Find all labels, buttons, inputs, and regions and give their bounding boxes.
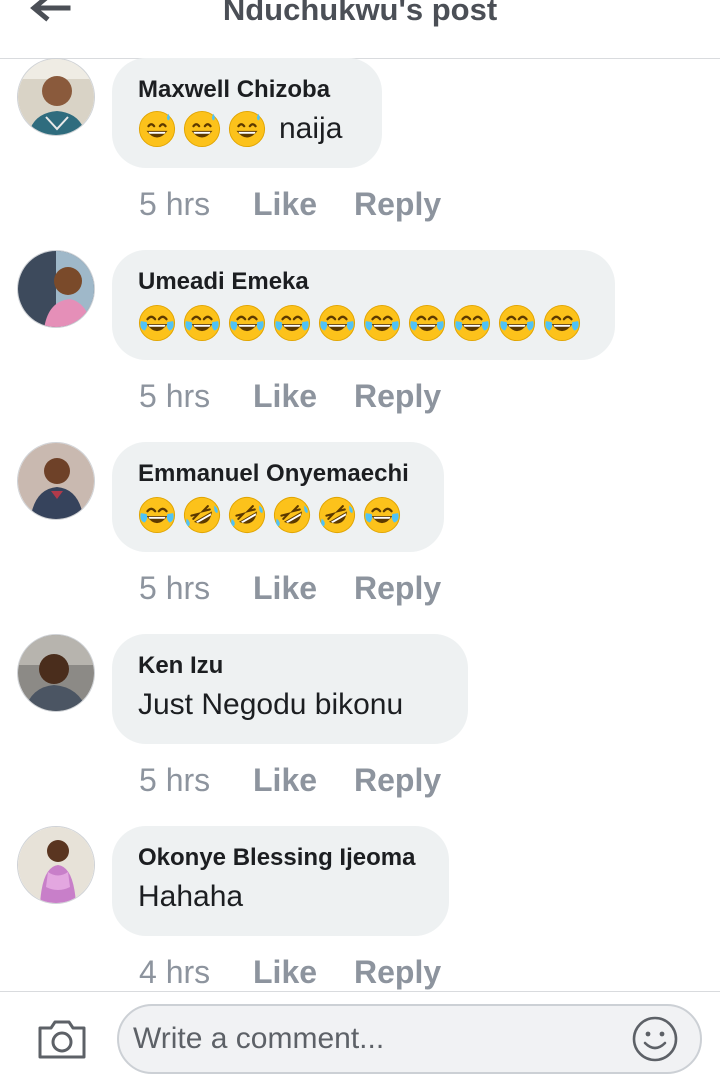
comment-bubble: Umeadi Emeka — [112, 250, 615, 360]
comment-author[interactable]: Umeadi Emeka — [138, 268, 309, 296]
grinning-sweat-emoji-icon — [228, 110, 266, 148]
avatar[interactable] — [17, 442, 95, 520]
comment-text: Hahaha — [138, 880, 244, 913]
comment-item: Okonye Blessing Ijeoma Hahaha 4 hrs Like… — [0, 826, 720, 991]
tears-of-joy-emoji-icon — [363, 304, 401, 342]
comment-item: Emmanuel Onyemaechi 5 hrs Like Reply — [0, 442, 720, 634]
like-button[interactable]: Like — [253, 378, 317, 418]
comment-author[interactable]: Ken Izu — [138, 652, 223, 680]
tears-of-joy-emoji-icon — [183, 304, 221, 342]
page-title: Nduchukwu's post — [222, 0, 498, 27]
rolling-laughing-emoji-icon — [318, 496, 356, 534]
grinning-sweat-emoji-icon — [138, 110, 176, 148]
like-button[interactable]: Like — [253, 762, 317, 802]
comment-timestamp: 5 hrs — [139, 378, 211, 414]
comment-author[interactable]: Emmanuel Onyemaechi — [138, 460, 409, 488]
comment-input[interactable] — [117, 1004, 702, 1074]
comment-timestamp: 5 hrs — [139, 762, 211, 798]
comment-bubble: Okonye Blessing Ijeoma Hahaha — [112, 826, 449, 936]
comment-author[interactable]: Okonye Blessing Ijeoma — [138, 844, 415, 872]
comment-body — [138, 304, 588, 344]
reply-button[interactable]: Reply — [354, 954, 441, 991]
like-button[interactable]: Like — [253, 570, 317, 610]
grinning-sweat-emoji-icon — [183, 110, 221, 148]
like-button[interactable]: Like — [253, 954, 317, 991]
tears-of-joy-emoji-icon — [273, 304, 311, 342]
tears-of-joy-emoji-icon — [318, 304, 356, 342]
tears-of-joy-emoji-icon — [543, 304, 581, 342]
like-button[interactable]: Like — [253, 186, 317, 226]
comment-timestamp: 5 hrs — [139, 570, 211, 606]
reply-button[interactable]: Reply — [354, 762, 441, 802]
comment-item: Umeadi Emeka 5 hrs Like Reply — [0, 250, 720, 442]
avatar[interactable] — [17, 826, 95, 904]
tears-of-joy-emoji-icon — [138, 304, 176, 342]
comment-composer — [0, 991, 720, 1085]
tears-of-joy-emoji-icon — [363, 496, 401, 534]
comment-bubble: Maxwell Chizoba naija — [112, 58, 382, 168]
tears-of-joy-emoji-icon — [498, 304, 536, 342]
tears-of-joy-emoji-icon — [138, 496, 176, 534]
reply-button[interactable]: Reply — [354, 186, 441, 226]
comment-body: naija — [138, 110, 342, 150]
reply-button[interactable]: Reply — [354, 570, 441, 610]
avatar[interactable] — [17, 634, 95, 712]
tears-of-joy-emoji-icon — [453, 304, 491, 342]
tears-of-joy-emoji-icon — [228, 304, 266, 342]
camera-icon[interactable] — [36, 1018, 88, 1060]
smiley-icon[interactable] — [631, 1015, 679, 1063]
comment-body — [138, 496, 408, 536]
app-header: Nduchukwu's post — [0, 0, 720, 59]
rolling-laughing-emoji-icon — [273, 496, 311, 534]
rolling-laughing-emoji-icon — [183, 496, 221, 534]
comment-timestamp: 5 hrs — [139, 186, 211, 222]
comment-item: Ken Izu Just Negodu bikonu 5 hrs Like Re… — [0, 634, 720, 826]
comment-list[interactable]: Maxwell Chizoba naija 5 hrs Like Reply U… — [0, 58, 720, 991]
rolling-laughing-emoji-icon — [228, 496, 266, 534]
comment-bubble: Ken Izu Just Negodu bikonu — [112, 634, 468, 744]
reply-button[interactable]: Reply — [354, 378, 441, 418]
comment-author[interactable]: Maxwell Chizoba — [138, 76, 330, 104]
comment-bubble: Emmanuel Onyemaechi — [112, 442, 444, 552]
tears-of-joy-emoji-icon — [408, 304, 446, 342]
comment-timestamp: 4 hrs — [139, 954, 211, 990]
comment-text: Just Negodu bikonu — [138, 688, 404, 721]
avatar[interactable] — [17, 250, 95, 328]
comment-text: naija — [279, 112, 343, 145]
avatar[interactable] — [17, 58, 95, 136]
comment-item: Maxwell Chizoba naija 5 hrs Like Reply — [0, 58, 720, 250]
